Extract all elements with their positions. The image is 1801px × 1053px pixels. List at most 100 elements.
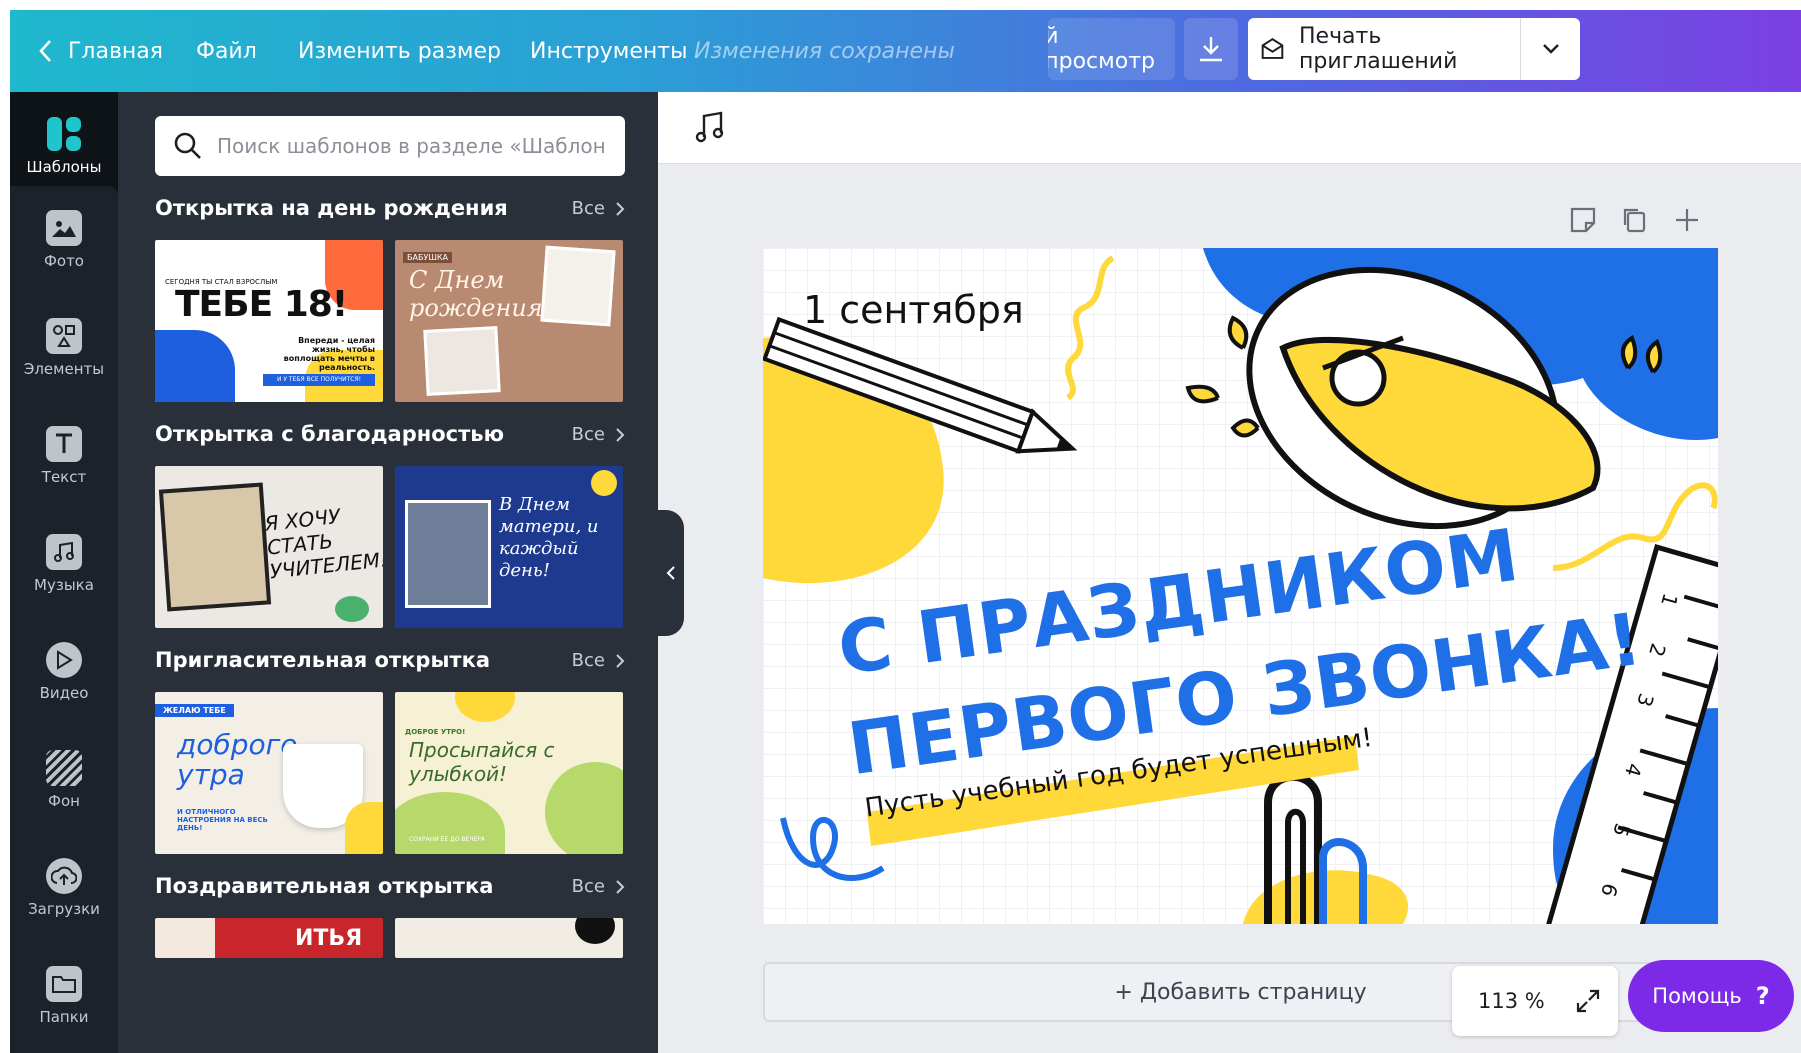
top-bar: Главная Файл Изменить размер Инструменты… (10, 10, 1801, 92)
duplicate-icon[interactable] (1620, 205, 1650, 235)
rail-label: Элементы (23, 360, 105, 378)
template-thumbnail[interactable]: БАБУШКА С Днем рождения! (395, 240, 623, 402)
section-title-greeting: Поздравительная открытка (155, 874, 494, 898)
template-thumbnail[interactable]: ДОБРОЕ УТРО! Просыпайся с улыбкой! СОХРА… (395, 692, 623, 854)
rail-label: Текст (41, 468, 87, 486)
chevron-left-icon (39, 40, 51, 62)
thumb-text: В Днем матери, и каждый день! (499, 494, 599, 581)
editor-window: Главная Файл Изменить размер Инструменты… (10, 10, 1801, 1053)
rail-label: Фон (48, 792, 80, 810)
back-home-link[interactable]: Главная (38, 10, 163, 92)
section-title-invitation: Пригласительная открытка (155, 648, 491, 672)
question-icon: ? (1755, 982, 1770, 1010)
folders-icon (46, 966, 82, 1002)
rail-label: Музыка (34, 576, 94, 594)
see-all-birthday[interactable]: Все (572, 198, 625, 219)
rail-item-photo[interactable]: Фото (10, 186, 118, 294)
help-button[interactable]: Помощь ? (1628, 960, 1794, 1032)
print-label: Печать приглашений (1298, 24, 1458, 74)
uploads-icon (46, 858, 82, 894)
rail-item-video[interactable]: Видео (10, 618, 118, 726)
template-thumbnail[interactable]: ЖЕЛАЮ ТЕБЕ доброго утра И ОТЛИЧНОГО НАСТ… (155, 692, 383, 854)
print-options-button[interactable] (1520, 18, 1580, 80)
rail-label: Папки (39, 1008, 89, 1026)
thumb-text: И ОТЛИЧНОГО НАСТРОЕНИЯ НА ВЕСЬ ДЕНЬ! (177, 808, 268, 832)
fullscreen-icon[interactable] (1575, 988, 1601, 1014)
thumb-text: ЖЕЛАЮ ТЕБЕ (155, 704, 234, 717)
chevron-right-icon (616, 879, 625, 894)
audio-button[interactable] (694, 110, 726, 148)
search-icon (174, 132, 201, 159)
thumb-text: БАБУШКА (403, 252, 453, 263)
background-icon (46, 750, 82, 786)
thumb-text: доброго утра (177, 728, 298, 791)
file-menu[interactable]: Файл (196, 10, 257, 92)
chevron-right-icon (616, 427, 625, 442)
see-all-label: Все (571, 650, 605, 671)
rail-item-templates[interactable]: Шаблоны (10, 92, 118, 200)
rail-label: Загрузки (28, 900, 100, 918)
template-thumbnail[interactable] (395, 918, 623, 958)
rail-item-text[interactable]: Текст (10, 402, 118, 510)
video-icon (46, 642, 82, 678)
rail-item-elements[interactable]: Элементы (10, 294, 118, 402)
rail-item-music[interactable]: Музыка (10, 510, 118, 618)
print-invitations-button[interactable]: Печать приглашений (1248, 18, 1520, 80)
see-all-label: Все (571, 876, 605, 897)
template-thumbnail[interactable]: СЕГОДНЯ ТЫ СТАЛ ВЗРОСЛЫМ ТЕБЕ 18! Вперед… (155, 240, 383, 402)
rail-label: Видео (39, 684, 89, 702)
rail-item-folders[interactable]: Папки (10, 942, 118, 1050)
rail-label: Фото (43, 252, 84, 270)
music-note-icon (695, 111, 724, 143)
chevron-right-icon (616, 201, 625, 216)
templates-panel: Открытка на день рождения Все СЕГОДНЯ ТЫ… (118, 92, 658, 1053)
zoom-control[interactable]: 113 % (1452, 966, 1618, 1036)
chevron-down-icon (1542, 44, 1559, 54)
date-text[interactable]: 1 сентября (803, 288, 1024, 332)
left-rail: Шаблоны Фото Элементы Текст Музыка Видео… (10, 92, 118, 1053)
preview-label: й просмотр (1048, 24, 1155, 74)
search-input[interactable] (217, 134, 617, 158)
section-title-thanks: Открытка с благодарностью (155, 422, 504, 446)
template-thumbnail[interactable]: Я ХОЧУ СТАТЬ УЧИТЕЛЕМ! (155, 466, 383, 628)
template-thumbnail[interactable]: ИТЬЯ (155, 918, 383, 958)
page-tools (1568, 205, 1702, 235)
thumb-text: И У ТЕБЯ ВСЕ ПОЛУЧИТСЯ! (263, 374, 375, 386)
chevron-right-icon (616, 653, 625, 668)
envelope-icon (1261, 38, 1284, 59)
preview-button[interactable]: й просмотр (1048, 18, 1175, 80)
zoom-level: 113 % (1478, 989, 1545, 1013)
thumb-text: ИТЬЯ (295, 926, 363, 951)
collapse-panel-button[interactable] (658, 510, 684, 636)
rail-item-uploads[interactable]: Загрузки (10, 834, 118, 942)
thumb-text: Я ХОЧУ СТАТЬ УЧИТЕЛЕМ! (263, 503, 383, 584)
tools-menu[interactable]: Инструменты (530, 10, 687, 92)
thumb-text: СОХРАНИ ЕЕ ДО ВЕЧЕРА (409, 836, 485, 843)
add-icon[interactable] (1672, 205, 1702, 235)
text-icon (46, 426, 82, 462)
saved-status: Изменения сохранены (694, 38, 955, 64)
canvas-toolbar (658, 92, 1801, 164)
see-all-label: Все (571, 198, 605, 219)
thumb-text: Впереди - целая жизнь, чтобы воплощать м… (283, 336, 375, 372)
music-icon (46, 534, 82, 570)
template-search[interactable] (155, 116, 625, 176)
download-button[interactable] (1184, 18, 1238, 80)
thumb-text: ТЕБЕ 18! (175, 284, 348, 325)
see-all-greeting[interactable]: Все (572, 876, 625, 897)
help-label: Помощь (1652, 984, 1742, 1008)
see-all-thanks[interactable]: Все (572, 424, 625, 445)
template-thumbnail[interactable]: В Днем матери, и каждый день! (395, 466, 623, 628)
see-all-label: Все (571, 424, 605, 445)
chevron-left-icon (666, 566, 675, 580)
note-icon[interactable] (1568, 205, 1598, 235)
resize-menu[interactable]: Изменить размер (298, 10, 501, 92)
back-home-label: Главная (68, 38, 164, 64)
section-title-birthday: Открытка на день рождения (155, 196, 508, 220)
thumb-text: Просыпайся с улыбкой! (409, 738, 555, 786)
see-all-invitation[interactable]: Все (572, 650, 625, 671)
design-page[interactable]: 1 сентября С ПРАЗДНИКОМ ПЕРВОГО ЗВОНКА! … (763, 248, 1718, 924)
templates-icon (47, 117, 81, 151)
rail-item-background[interactable]: Фон (10, 726, 118, 834)
rail-label: Шаблоны (26, 158, 102, 176)
